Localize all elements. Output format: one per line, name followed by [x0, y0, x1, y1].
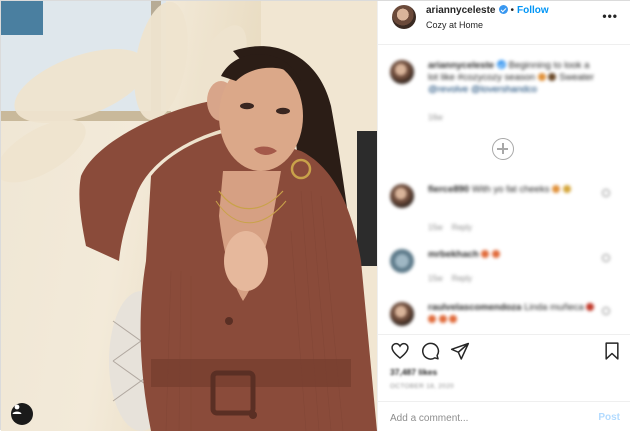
author-avatar[interactable]: [392, 5, 416, 29]
fire-emoji-icon: [428, 315, 436, 323]
verified-badge-icon: [498, 5, 508, 14]
verified-badge-icon: [497, 60, 507, 69]
post-actions: [378, 334, 630, 364]
smile-emoji-icon: [562, 185, 571, 193]
comment-avatar[interactable]: [390, 184, 414, 208]
instagram-post-modal: ariannyceleste • Follow Cozy at Home ••• a…: [0, 0, 630, 431]
like-count-text: 37,487 likes: [390, 367, 438, 377]
comment-username[interactable]: fierce890: [428, 184, 469, 195]
post-side-panel: ariannyceleste • Follow Cozy at Home ••• a…: [377, 1, 630, 431]
comment-time: 15w: [428, 223, 443, 232]
comment-like-icon[interactable]: [602, 189, 610, 197]
bookmark-icon[interactable]: [602, 341, 622, 361]
caption-username[interactable]: ariannyceleste: [428, 60, 494, 71]
comment-text: raulvelascomendoza Linda muñeca: [428, 302, 598, 326]
separator-dot: •: [510, 5, 515, 16]
caption-avatar[interactable]: [390, 60, 414, 84]
comment-meta: 15w Reply: [428, 222, 472, 234]
fire-emoji-icon: [491, 250, 500, 258]
post-location[interactable]: Cozy at Home: [426, 20, 483, 30]
comment-time: 15w: [428, 274, 443, 283]
like-count[interactable]: 37,487 likes: [390, 367, 437, 377]
heart-icon[interactable]: [390, 341, 410, 361]
plus-circle-icon[interactable]: [492, 138, 514, 160]
comment-like-icon[interactable]: [602, 254, 610, 262]
caption-body-2: Sweater: [559, 72, 594, 83]
post-date: OCTOBER 18, 2020: [390, 383, 454, 390]
author-name-row: ariannyceleste • Follow: [426, 5, 549, 16]
comment-avatar[interactable]: [390, 249, 414, 273]
add-comment-bar: Post: [378, 401, 630, 431]
reply-button[interactable]: Reply: [452, 223, 472, 232]
laugh-emoji-icon: [552, 185, 561, 193]
comment-username[interactable]: mrbekhach: [428, 249, 479, 260]
post-header: ariannyceleste • Follow Cozy at Home •••: [378, 1, 630, 45]
post-photo[interactable]: [1, 1, 377, 431]
user-silhouette-icon: [12, 404, 22, 414]
coffee-emoji-icon: [548, 73, 557, 81]
user-tag-icon[interactable]: [11, 403, 33, 425]
leaf-emoji-icon: [537, 73, 546, 81]
fire-emoji-icon: [438, 315, 447, 323]
comment-body: Linda muñeca: [524, 302, 584, 313]
heart-emoji-icon: [586, 303, 595, 311]
photo-illustration: [1, 1, 377, 431]
comment-item: mrbekhach 15w Reply: [390, 249, 620, 289]
author-username[interactable]: ariannyceleste: [426, 5, 496, 16]
fire-emoji-icon: [449, 315, 458, 323]
comment-item: raulvelascomendoza Linda muñeca: [390, 302, 620, 332]
comment-username[interactable]: raulvelascomendoza: [428, 302, 521, 313]
comment-body: With yo fat cheeks: [471, 184, 550, 195]
comment-like-icon[interactable]: [602, 307, 610, 315]
post-button[interactable]: Post: [598, 412, 620, 423]
comment-text: fierce890 With yo fat cheeks: [428, 184, 598, 196]
share-icon[interactable]: [450, 341, 470, 361]
comment-text: mrbekhach: [428, 249, 598, 261]
fire-emoji-icon: [481, 250, 490, 258]
follow-button[interactable]: Follow: [517, 5, 549, 16]
caption-tags[interactable]: @revolve @lovershandco: [428, 84, 537, 95]
comment-meta: 15w Reply: [428, 273, 472, 285]
comment-icon[interactable]: [420, 341, 440, 361]
caption-text: ariannyceleste Beginning to look a lot l…: [428, 60, 598, 96]
caption-time: 16w: [428, 113, 443, 122]
reply-button[interactable]: Reply: [452, 274, 472, 283]
comment-input[interactable]: [390, 410, 580, 426]
comments-list: ariannyceleste Beginning to look a lot l…: [378, 46, 630, 333]
more-options-icon[interactable]: •••: [602, 9, 618, 23]
caption-item: ariannyceleste Beginning to look a lot l…: [390, 60, 620, 122]
comment-avatar[interactable]: [390, 302, 414, 326]
comment-item: fierce890 With yo fat cheeks 15w Reply: [390, 184, 620, 234]
